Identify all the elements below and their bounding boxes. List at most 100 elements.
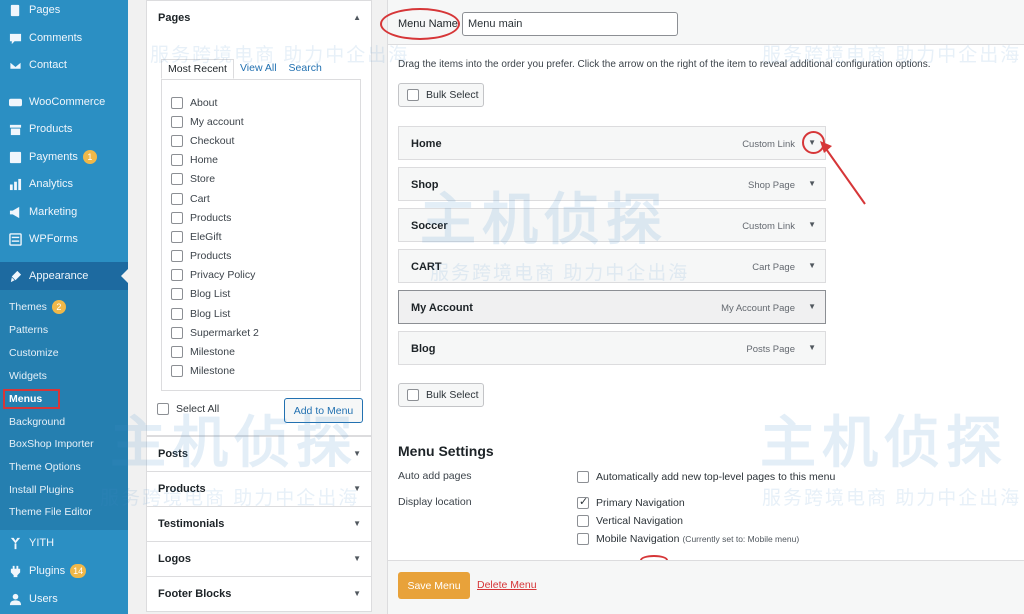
- checkbox[interactable]: [171, 346, 183, 359]
- testimonials-accordion[interactable]: Testimonials ▼: [146, 506, 372, 542]
- page-checkbox-item[interactable]: Products: [162, 247, 360, 266]
- add-to-menu-button[interactable]: Add to Menu: [284, 398, 363, 423]
- nav-label: Marketing: [29, 206, 78, 218]
- page-checkbox-item[interactable]: Products: [162, 208, 360, 227]
- pages-checklist[interactable]: About My account Checkout Home Store Cart Prod…: [161, 79, 361, 391]
- page-checkbox-item[interactable]: Blog List: [162, 304, 360, 323]
- checkbox[interactable]: [171, 173, 183, 186]
- checkbox[interactable]: [171, 250, 183, 263]
- checkbox[interactable]: [171, 115, 183, 128]
- tab-search[interactable]: Search: [283, 59, 328, 79]
- select-all-checkbox[interactable]: Select All: [157, 403, 219, 415]
- menu-item[interactable]: Shop Shop Page ▼: [398, 167, 826, 201]
- page-checkbox-item[interactable]: Checkout: [162, 131, 360, 150]
- menu-settings-title: Menu Settings: [398, 443, 494, 459]
- checkbox[interactable]: [171, 288, 183, 301]
- checkbox[interactable]: [171, 365, 183, 378]
- expand-arrow-icon[interactable]: ▼: [808, 343, 816, 352]
- expand-arrow-icon[interactable]: ▼: [808, 302, 816, 311]
- tab-most-recent[interactable]: Most Recent: [161, 59, 234, 79]
- submenu-theme-file-editor[interactable]: Theme File Editor: [0, 501, 128, 523]
- nav-products[interactable]: Products: [0, 116, 128, 142]
- tab-view-all[interactable]: View All: [234, 59, 283, 79]
- expand-arrow-icon[interactable]: ▼: [808, 261, 816, 270]
- nav-plugins[interactable]: Plugins 14: [0, 558, 128, 584]
- submenu-theme-options[interactable]: Theme Options: [0, 456, 128, 478]
- page-checkbox-item[interactable]: About: [162, 93, 360, 112]
- checkbox[interactable]: [577, 515, 589, 527]
- delete-menu-link[interactable]: Delete Menu: [477, 579, 537, 591]
- expand-arrow-icon[interactable]: ▼: [808, 179, 816, 188]
- checkbox[interactable]: [171, 326, 183, 339]
- drag-instructions: Drag the items into the order you prefer…: [398, 59, 931, 70]
- auto-add-pages-checkbox[interactable]: Automatically add new top-level pages to…: [577, 471, 835, 483]
- bulk-select-button-bottom[interactable]: Bulk Select: [398, 383, 484, 407]
- nav-appearance[interactable]: Appearance: [0, 262, 128, 290]
- products-accordion[interactable]: Products ▼: [146, 471, 372, 507]
- caret-down-icon: ▼: [353, 589, 361, 598]
- page-label: Cart: [190, 192, 210, 205]
- display-location-checkbox[interactable]: Mobile Navigation (Currently set to: Mobi…: [577, 533, 799, 545]
- page-checkbox-item[interactable]: My account: [162, 112, 360, 131]
- nav-payments[interactable]: Payments 1: [0, 144, 128, 170]
- submenu-customize[interactable]: Customize: [0, 342, 128, 364]
- menu-item[interactable]: Soccer Custom Link ▼: [398, 208, 826, 242]
- submenu-widgets[interactable]: Widgets: [0, 365, 128, 387]
- nav-marketing[interactable]: Marketing: [0, 199, 128, 225]
- nav-users[interactable]: Users: [0, 586, 128, 612]
- logos-accordion[interactable]: Logos ▼: [146, 541, 372, 577]
- footer-blocks-accordion[interactable]: Footer Blocks ▼: [146, 576, 372, 612]
- submenu-background[interactable]: Background: [0, 411, 128, 433]
- checkbox[interactable]: [171, 230, 183, 243]
- page-checkbox-item[interactable]: Blog List: [162, 285, 360, 304]
- page-checkbox-item[interactable]: Privacy Policy: [162, 266, 360, 285]
- display-location-checkbox[interactable]: Primary Navigation: [577, 495, 685, 509]
- pages-accordion-header[interactable]: Pages ▲: [147, 1, 371, 35]
- nav-analytics[interactable]: Analytics: [0, 171, 128, 197]
- submenu-install-plugins[interactable]: Install Plugins: [0, 479, 128, 501]
- yith-icon: [8, 536, 22, 550]
- annotation-arrow-icon: [820, 141, 866, 205]
- nav-contact[interactable]: Contact: [0, 52, 128, 78]
- menu-item[interactable]: CART Cart Page ▼: [398, 249, 826, 283]
- menu-item[interactable]: My Account My Account Page ▼: [398, 290, 826, 324]
- checkbox[interactable]: [577, 471, 589, 483]
- checkbox[interactable]: [171, 154, 183, 167]
- checkbox[interactable]: [171, 192, 183, 205]
- display-location-checkbox[interactable]: Vertical Navigation: [577, 515, 683, 527]
- checkbox[interactable]: [171, 211, 183, 224]
- page-checkbox-item[interactable]: EleGift: [162, 227, 360, 246]
- nav-label: Pages: [29, 4, 61, 16]
- page-checkbox-item[interactable]: Home: [162, 151, 360, 170]
- nav-pages[interactable]: Pages: [0, 0, 128, 23]
- menu-name-input[interactable]: [462, 12, 678, 36]
- checkbox[interactable]: [577, 533, 589, 545]
- posts-accordion[interactable]: Posts ▼: [146, 436, 372, 472]
- page-label: Blog List: [190, 288, 231, 301]
- save-menu-button[interactable]: Save Menu: [398, 572, 470, 599]
- checkbox[interactable]: [157, 403, 169, 415]
- nav-yith[interactable]: YITH: [0, 530, 128, 556]
- page-checkbox-item[interactable]: Supermarket 2: [162, 323, 360, 342]
- checkbox[interactable]: [171, 96, 183, 109]
- nav-label: YITH: [29, 537, 55, 549]
- submenu-boxshop-importer[interactable]: BoxShop Importer: [0, 433, 128, 455]
- nav-woocommerce[interactable]: WooCommerce: [0, 89, 128, 115]
- nav-wpforms[interactable]: WPForms: [0, 226, 128, 252]
- submenu-themes[interactable]: Themes 2: [0, 296, 128, 318]
- page-checkbox-item[interactable]: Cart: [162, 189, 360, 208]
- checkbox[interactable]: [171, 307, 183, 320]
- page-checkbox-item[interactable]: Milestone: [162, 342, 360, 361]
- expand-arrow-icon[interactable]: ▼: [808, 220, 816, 229]
- menu-item-type: Custom Link: [742, 139, 795, 150]
- checkbox[interactable]: [577, 495, 589, 509]
- page-checkbox-item[interactable]: Milestone: [162, 362, 360, 381]
- menu-item[interactable]: Blog Posts Page ▼: [398, 331, 826, 365]
- nav-comments[interactable]: Comments: [0, 25, 128, 51]
- checkbox[interactable]: [171, 134, 183, 147]
- page-checkbox-item[interactable]: Store: [162, 170, 360, 189]
- menu-item[interactable]: Home Custom Link ▼: [398, 126, 826, 160]
- bulk-select-button[interactable]: Bulk Select: [398, 83, 484, 107]
- checkbox[interactable]: [171, 269, 183, 282]
- submenu-patterns[interactable]: Patterns: [0, 319, 128, 341]
